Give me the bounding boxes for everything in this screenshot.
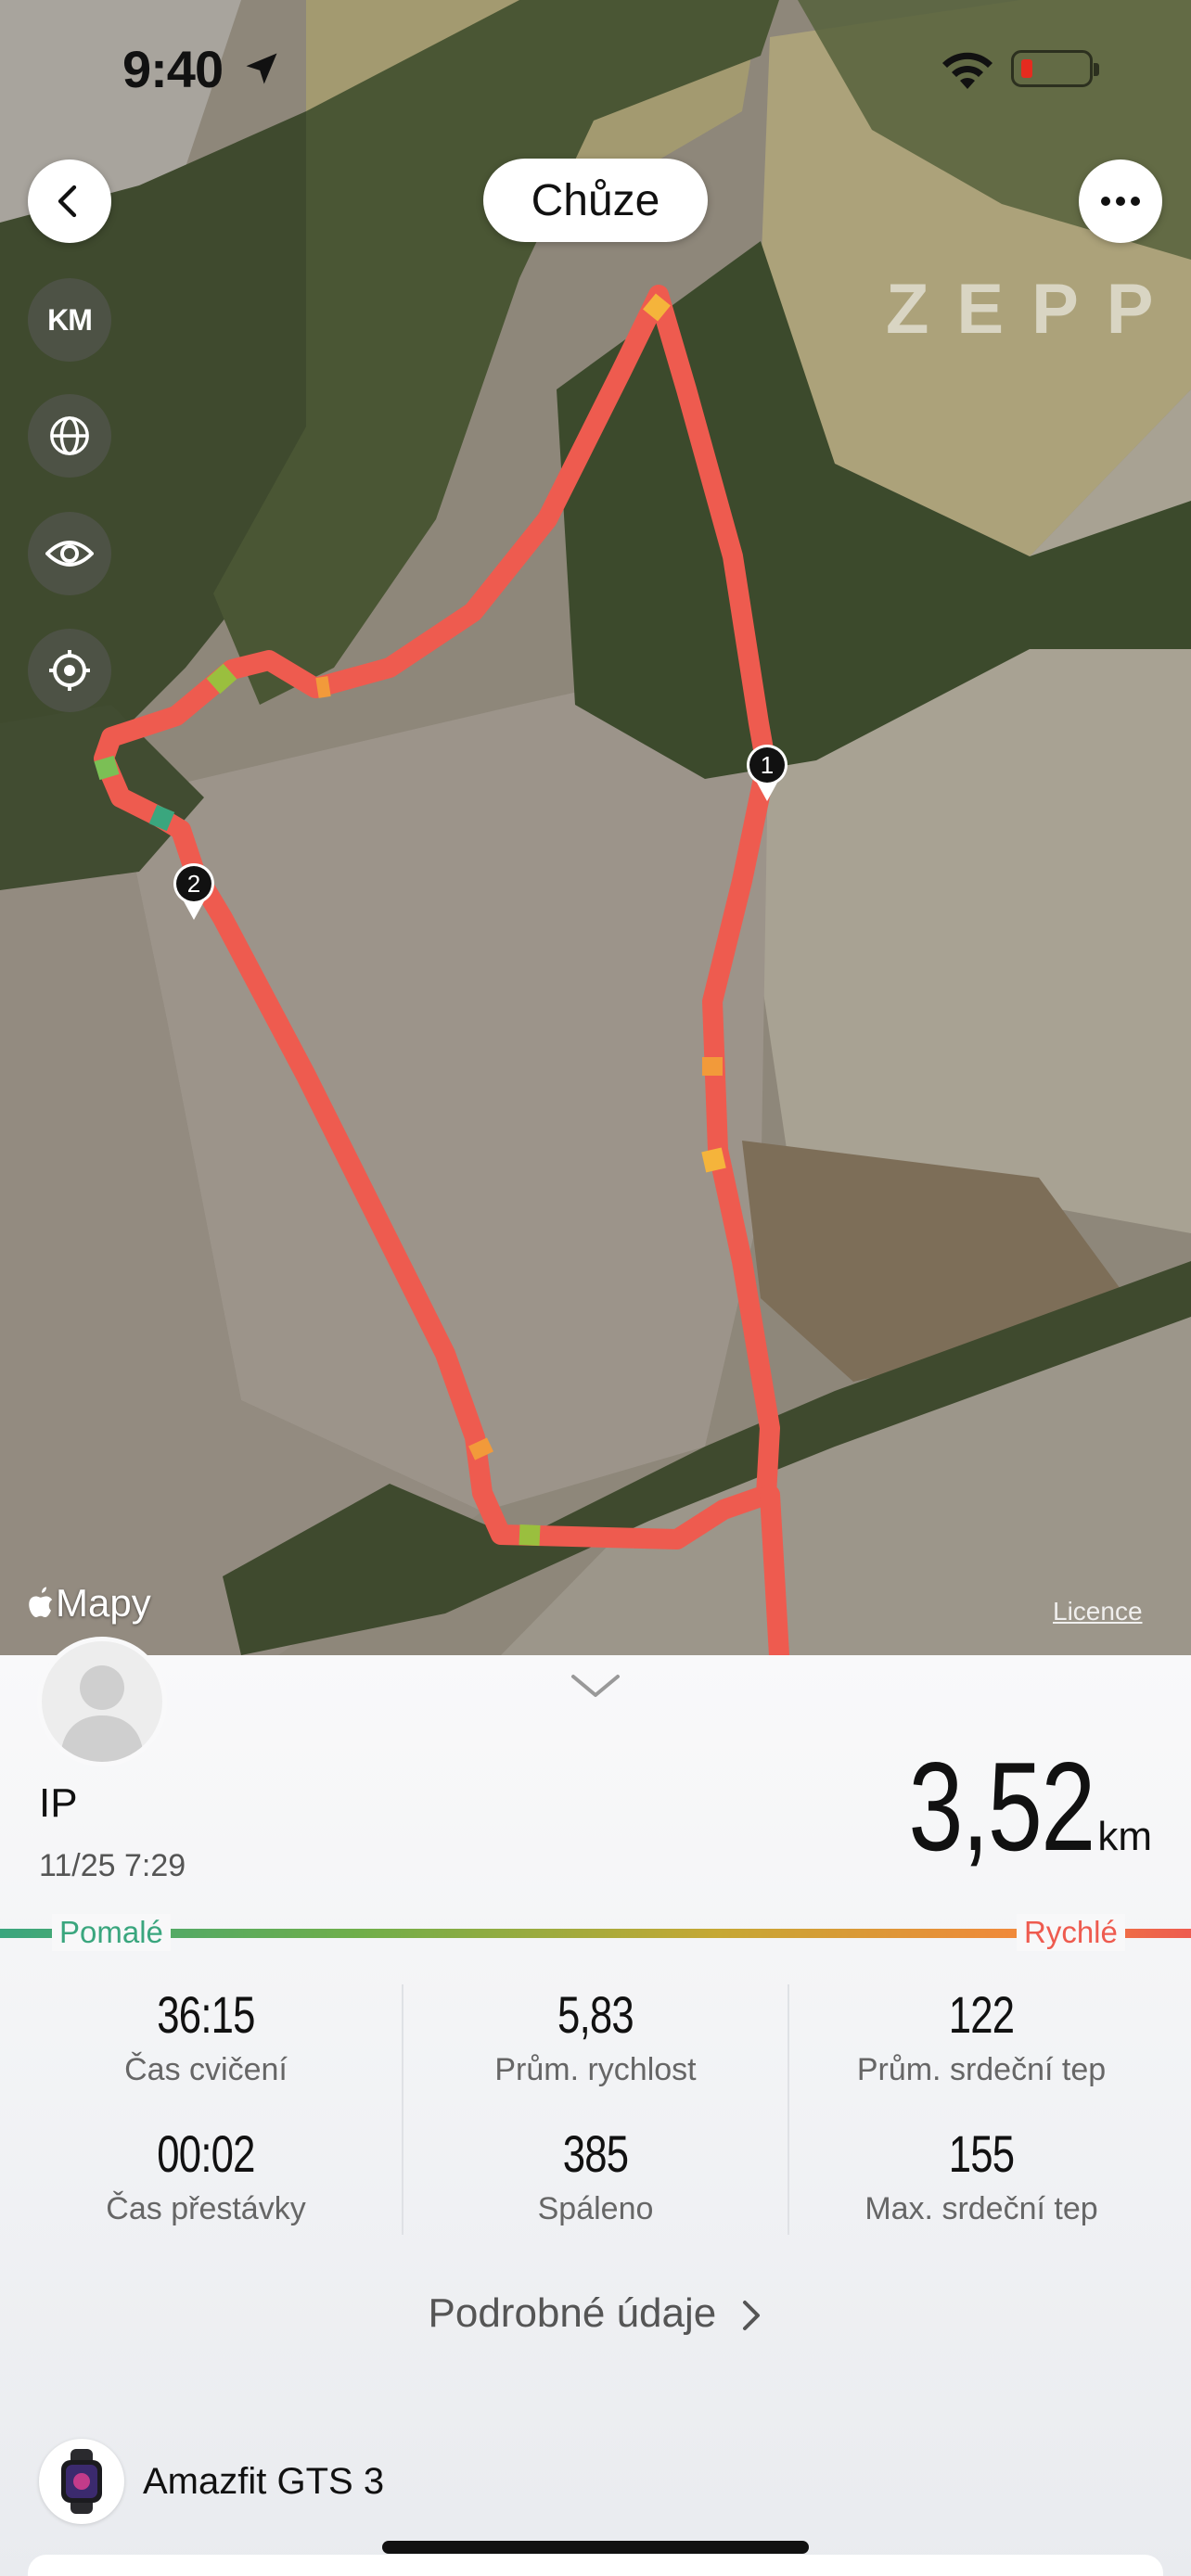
svg-text:1: 1 (761, 751, 774, 779)
avatar[interactable] (37, 1637, 167, 1766)
unit-toggle-button[interactable]: KM (28, 278, 111, 362)
device-row[interactable]: Amazfit GTS 3 (39, 2439, 384, 2524)
locate-button[interactable] (28, 629, 111, 712)
stat-calories-burned: 385 Spáleno (403, 2123, 788, 2227)
crosshair-icon (49, 650, 90, 691)
stat-max-heart-rate: 155 Max. srdeční tep (788, 2123, 1174, 2227)
apple-logo-icon (29, 1587, 53, 1617)
globe-icon (50, 416, 89, 455)
visibility-button[interactable] (28, 512, 111, 595)
workout-date: 11/25 7:29 (39, 1848, 186, 1883)
watch-icon (39, 2439, 124, 2524)
user-silhouette-icon (60, 1665, 144, 1762)
licence-link[interactable]: Licence (1053, 1597, 1143, 1626)
stat-pause-time: 00:02 Čas přestávky (13, 2123, 399, 2227)
stats-column-2: 5,83 Prům. rychlost 385 Spáleno (403, 1984, 788, 2235)
chevron-right-icon (743, 2301, 761, 2331)
stat-exercise-time: 36:15 Čas cvičení (13, 1984, 399, 2088)
stat-value: 155 (948, 2124, 1015, 2183)
stat-value: 00:02 (157, 2124, 255, 2183)
total-distance: 3,52 km (856, 1734, 1152, 1879)
battery-icon (1011, 50, 1099, 87)
maps-attribution-label: Mapy (56, 1581, 151, 1625)
map-type-button[interactable] (28, 394, 111, 478)
stat-average-heart-rate: 122 Prům. srdeční tep (788, 1984, 1174, 2088)
distance-value: 3,52 (908, 1736, 1095, 1877)
location-arrow-icon (246, 53, 277, 84)
route-marker-2[interactable]: 2 (171, 861, 217, 922)
stat-value: 385 (562, 2124, 629, 2183)
detailed-data-link[interactable]: Podrobné údaje (0, 2290, 1191, 2337)
route-map[interactable]: 1 2 9:40 Chůze KM ZEPP Mapy Licence (0, 0, 1191, 1655)
zepp-watermark: ZEPP (886, 270, 1182, 349)
detailed-data-label: Podrobné údaje (428, 2290, 717, 2336)
stat-value: 122 (948, 1985, 1015, 2044)
stat-average-speed: 5,83 Prům. rychlost (403, 1984, 788, 2088)
user-name: IP (39, 1780, 78, 1826)
status-time: 9:40 (122, 40, 224, 98)
next-card-peek (28, 2555, 1163, 2576)
pace-fast-label: Rychlé (1017, 1914, 1125, 1951)
stat-label: Prům. srdeční tep (856, 2052, 1107, 2087)
maps-attribution[interactable]: Mapy (28, 1581, 151, 1626)
stats-column-1: 36:15 Čas cvičení 00:02 Čas přestávky (13, 1984, 399, 2235)
route-marker-1[interactable]: 1 (744, 742, 790, 803)
stats-column-3: 122 Prům. srdeční tep 155 Max. srdeční t… (788, 1984, 1174, 2235)
svg-text:2: 2 (187, 870, 200, 898)
stat-value: 36:15 (157, 1985, 255, 2044)
stat-label: Čas cvičení (124, 2052, 288, 2087)
distance-unit: km (1097, 1814, 1152, 1859)
chevron-left-icon (58, 185, 77, 218)
stat-value: 5,83 (557, 1985, 634, 2044)
stats-divider (402, 1984, 403, 2235)
more-options-button[interactable] (1079, 159, 1162, 243)
activity-type-title: Chůze (483, 159, 708, 242)
home-indicator[interactable] (382, 2541, 809, 2554)
device-name: Amazfit GTS 3 (143, 2460, 385, 2502)
stat-label: Spáleno (537, 2191, 654, 2226)
stat-label: Max. srdeční tep (864, 2191, 1098, 2226)
eye-icon (45, 541, 94, 567)
back-button[interactable] (28, 159, 111, 243)
pace-slow-label: Pomalé (52, 1914, 171, 1951)
status-bar: 9:40 (0, 0, 1191, 139)
stat-label: Prům. rychlost (494, 2052, 697, 2087)
ellipsis-icon (1101, 197, 1140, 206)
stat-label: Čas přestávky (106, 2191, 306, 2226)
wifi-icon (942, 52, 992, 89)
chevron-down-icon[interactable] (568, 1669, 623, 1701)
stats-divider (788, 1984, 789, 2235)
pace-gradient-bar (0, 1929, 1191, 1938)
stats-grid: 36:15 Čas cvičení 00:02 Čas přestávky 5,… (0, 1984, 1191, 2235)
satellite-terrain (0, 0, 1191, 1655)
